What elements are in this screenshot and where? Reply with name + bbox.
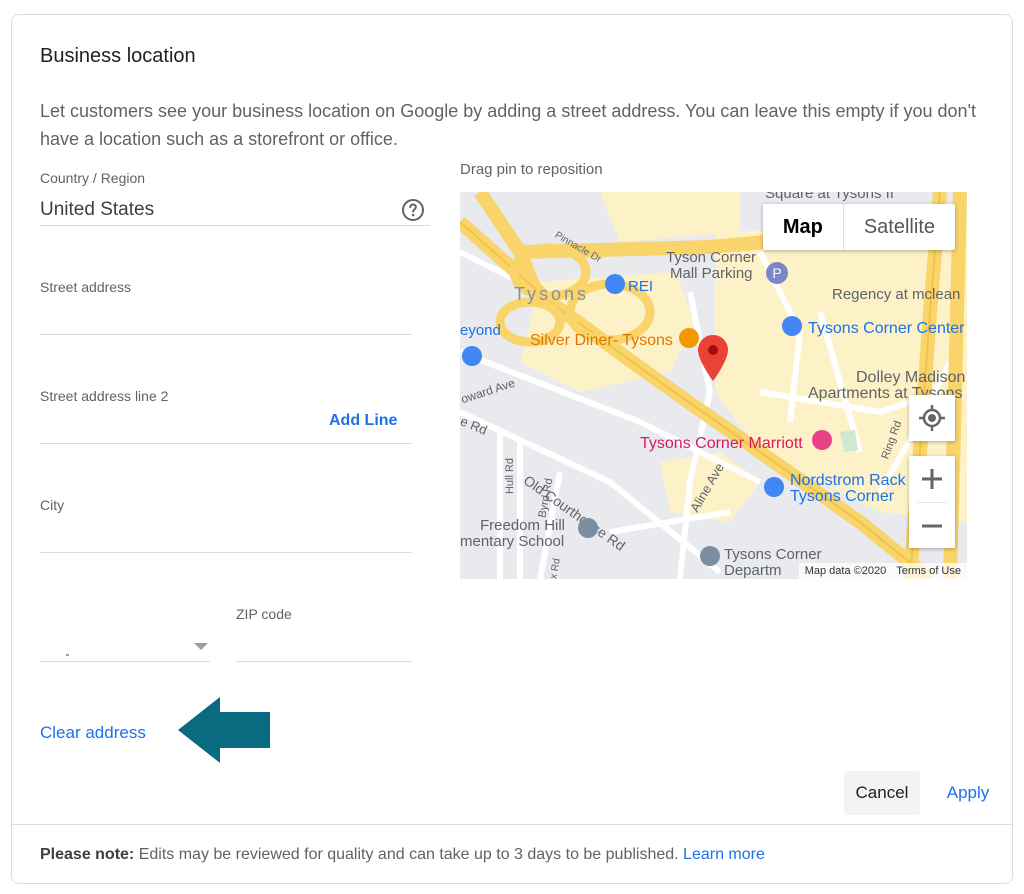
map-attribution: Map data ©2020 Terms of Use (798, 563, 967, 579)
country-label: Country / Region (40, 170, 146, 186)
zoom-out-button[interactable] (909, 503, 955, 549)
map-caption: Drag pin to reposition (460, 161, 603, 178)
store-icon[interactable] (605, 274, 625, 294)
map-label-nordstrom-2: Tysons Corner (790, 488, 895, 505)
map-label-freedom-2: mentary School (460, 533, 565, 550)
street-address-input[interactable] (40, 297, 412, 333)
zip-label: ZIP code (236, 606, 292, 622)
street-address-2-underline (40, 443, 412, 444)
footer-note: Please note: Edits may be reviewed for q… (40, 846, 765, 864)
city-label: City (40, 497, 65, 513)
add-line-button[interactable]: Add Line (329, 412, 397, 430)
store-icon[interactable] (700, 546, 720, 566)
shopping-icon[interactable] (764, 477, 784, 497)
city-input[interactable] (40, 515, 412, 551)
map-view[interactable]: Square at Tysons II Tysons REI Tyson Cor… (460, 192, 967, 579)
footer-divider (12, 824, 1012, 825)
map-label-silver-diner: Silver Diner- Tysons (530, 332, 673, 349)
street-address-2-input[interactable] (40, 407, 320, 443)
country-select[interactable]: United States (40, 199, 154, 221)
map-label-parking-2: Mall Parking (670, 265, 753, 282)
map-label-regency: Regency at mclean (832, 286, 961, 303)
shopping-icon[interactable] (782, 316, 802, 336)
terms-of-use-link[interactable]: Terms of Use (896, 563, 961, 579)
zoom-control (909, 456, 955, 548)
map-label-depart-2: Departm (724, 562, 782, 579)
chevron-down-icon[interactable] (194, 643, 208, 650)
footer-note-label: Please note: (40, 846, 135, 863)
map-label-marriott: Tysons Corner Marriott (640, 435, 803, 452)
map-label-parking-1: Tyson Corner (666, 249, 757, 266)
my-location-icon (919, 405, 945, 431)
dialog-description: Let customers see your business location… (40, 101, 976, 149)
country-underline (40, 225, 430, 226)
help-circle-icon[interactable] (401, 198, 425, 222)
zoom-in-button[interactable] (909, 456, 955, 502)
street-address-label: Street address (40, 279, 132, 295)
clear-address-link[interactable]: Clear address (40, 723, 146, 743)
parking-icon[interactable]: P (766, 262, 788, 284)
cancel-button[interactable]: Cancel (844, 771, 920, 815)
school-icon[interactable] (578, 518, 598, 538)
street-address-underline (40, 334, 412, 335)
map-label-freedom-1: Freedom Hill (480, 517, 566, 534)
map-label-depart-1: Tysons Corner (724, 546, 822, 563)
map-label-rei: REI (628, 278, 654, 295)
state-underline (40, 661, 210, 662)
dialog-title: Business location (40, 45, 196, 67)
arrow-left-icon (178, 697, 270, 763)
learn-more-link[interactable]: Learn more (683, 846, 765, 863)
map-pin-icon[interactable] (698, 335, 728, 381)
map-data-text: Map data ©2020 (804, 565, 887, 577)
plus-icon (922, 469, 942, 489)
zip-input[interactable] (236, 625, 412, 661)
hotel-icon[interactable] (812, 430, 832, 450)
my-location-button[interactable] (909, 395, 955, 441)
footer-note-text: Edits may be reviewed for quality and ca… (134, 846, 684, 863)
map-type-toggle: Map Satellite (762, 204, 955, 250)
map-label-beyond: eyond (460, 322, 501, 339)
apply-button[interactable]: Apply (934, 771, 1002, 815)
state-placeholder (66, 654, 69, 656)
map-label-tcc: Tysons Corner Center (808, 320, 965, 337)
minus-icon (922, 524, 942, 528)
map-type-satellite-button[interactable]: Satellite (844, 204, 955, 250)
shopping-icon[interactable] (462, 346, 482, 366)
zip-underline (236, 661, 412, 662)
map-type-map-button[interactable]: Map (763, 204, 844, 250)
map-label-tysons: Tysons (514, 284, 590, 304)
map-label-hull: Hull Rd (504, 457, 517, 495)
business-location-dialog: Business location Let customers see your… (11, 14, 1013, 884)
restaurant-icon[interactable] (679, 328, 699, 348)
map-label-square: Square at Tysons II (765, 192, 894, 202)
city-underline (40, 552, 412, 553)
street-address-2-label: Street address line 2 (40, 388, 169, 404)
